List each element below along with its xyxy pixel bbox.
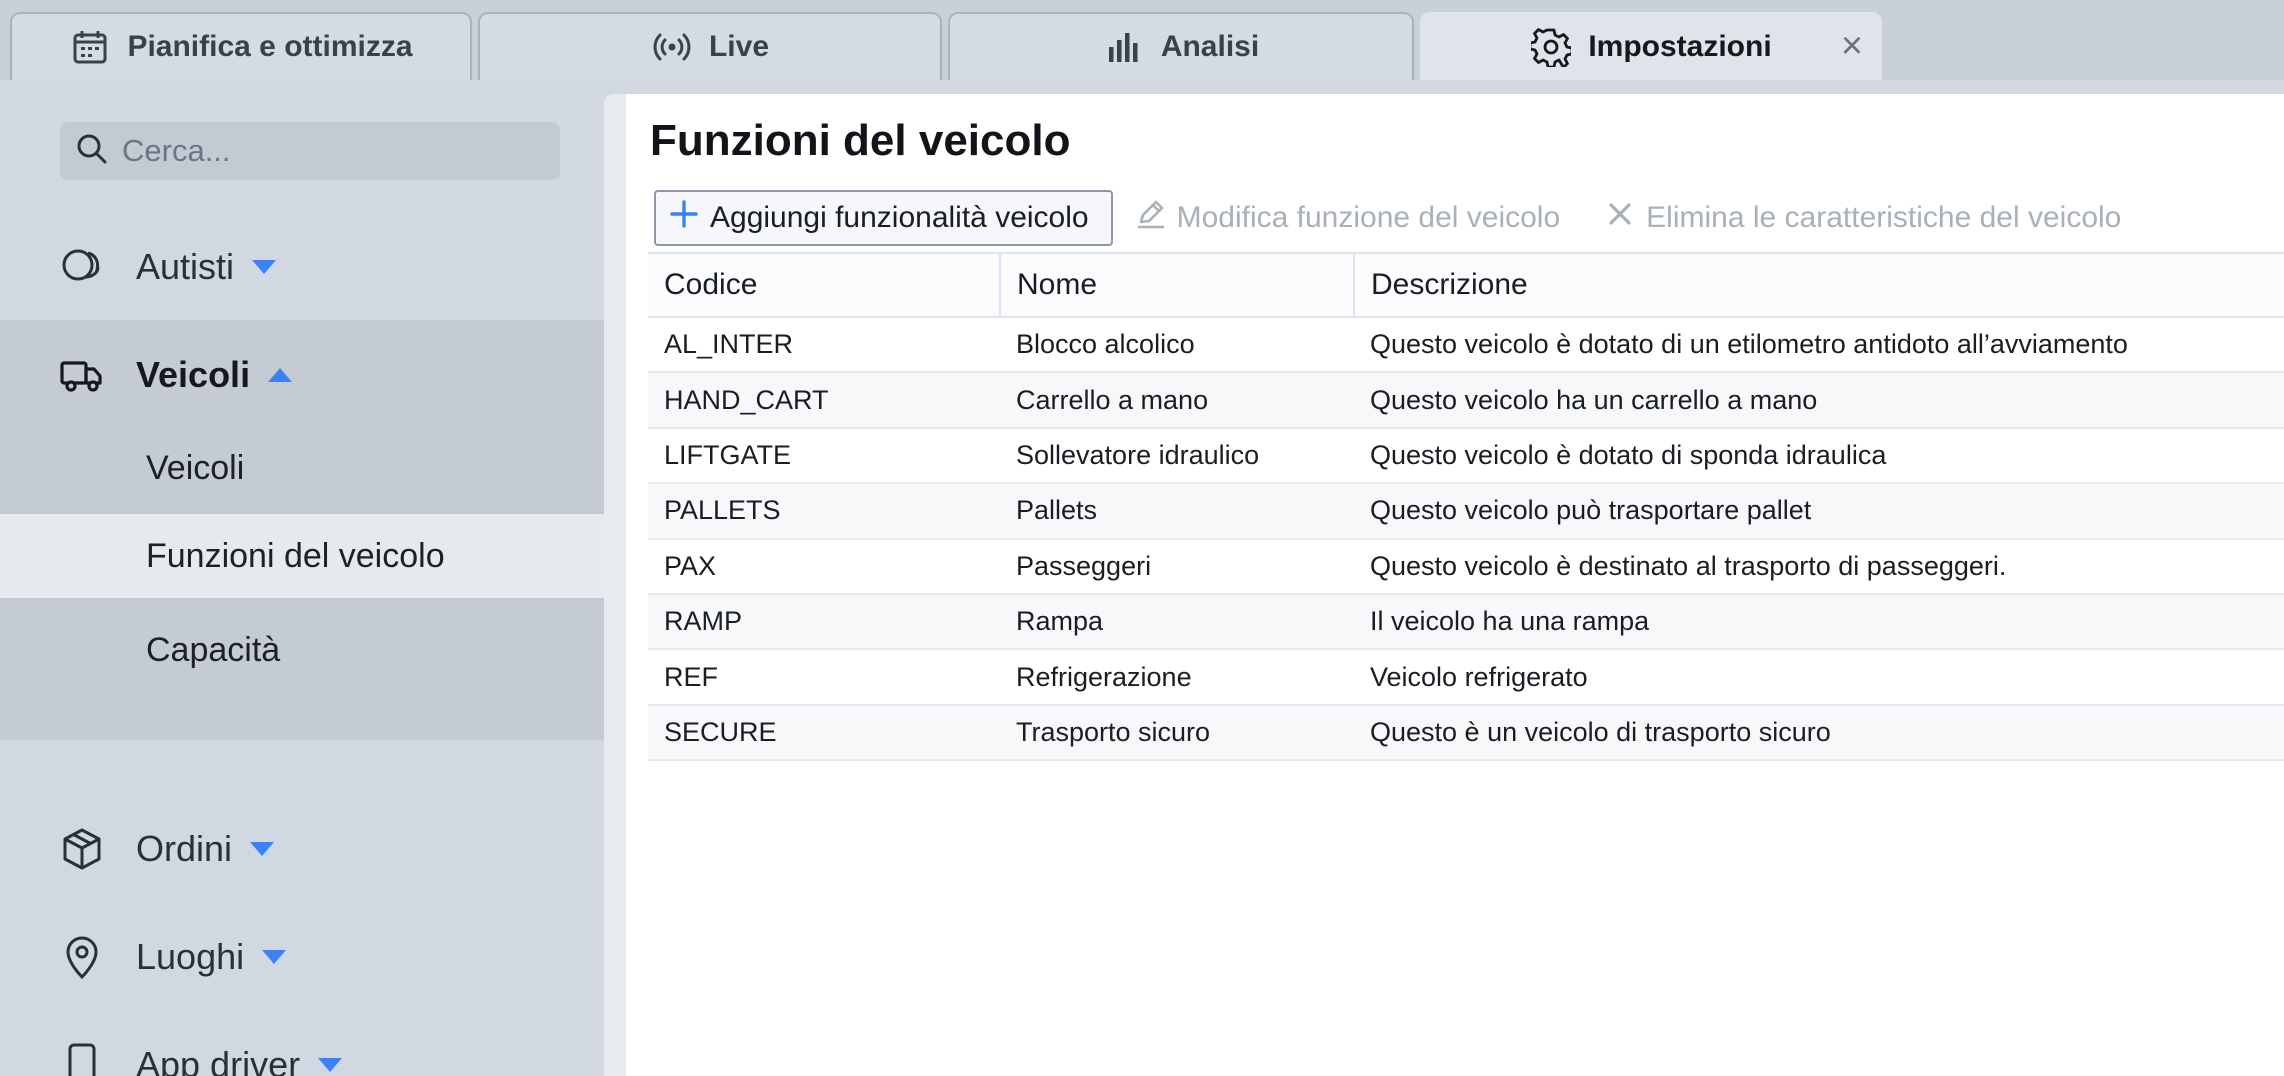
add-button-label: Aggiungi funzionalità veicolo [710,201,1089,234]
bar-chart-icon [1103,26,1145,68]
map-pin-icon [56,931,108,983]
chevron-down-icon [252,260,277,274]
cell-codice: HAND_CART [648,372,1000,429]
close-icon [1604,198,1636,238]
search-input[interactable] [122,133,542,169]
chevron-up-icon [268,368,293,382]
cell-descrizione: Questo veicolo è dotato di sponda idraul… [1354,427,2284,485]
drivers-icon [56,241,108,293]
toolbar: Aggiungi funzionalità veicolo Modifica f… [654,190,2143,246]
column-header-codice[interactable]: Codice [648,252,1001,318]
sidebar-subitem-label: Capacità [146,630,281,669]
delete-vehicle-feature-button[interactable]: Elimina le caratteristiche del veicolo [1600,190,2143,246]
tab-impostazioni[interactable]: Impostazioni × [1420,12,1882,80]
tab-label: Impostazioni [1588,30,1772,63]
calendar-icon [69,26,111,68]
page-title: Funzioni del veicolo [650,116,1071,165]
cell-codice: PALLETS [648,483,1000,540]
delete-button-label: Elimina le caratteristiche del veicolo [1646,201,2122,234]
sidebar-subitem-capacita[interactable]: Capacità [0,606,604,694]
sidebar-subitem-veicoli[interactable]: Veicoli [0,424,604,512]
sidebar-item-veicoli[interactable]: Veicoli [0,320,604,430]
sidebar: Autisti Veicoli Veicoli Funzioni del vei… [0,80,604,1076]
sidebar-item-app-driver[interactable]: App driver [0,1010,604,1076]
sidebar-item-label: App driver [136,1044,301,1076]
tab-live[interactable]: Live [478,12,942,80]
cell-nome: Passeggeri [1000,538,1354,595]
cell-nome: Sollevatore idraulico [1000,427,1354,485]
vehicle-features-table: Codice Nome Descrizione AL_INTER Blocco … [648,252,2284,762]
table-row[interactable]: PALLETS Pallets Questo veicolo può trasp… [648,483,2284,540]
cell-nome: Pallets [1000,483,1354,540]
truck-icon [56,349,108,401]
sidebar-item-autisti[interactable]: Autisti [0,212,604,322]
table-header-row: Codice Nome Descrizione [648,252,2284,318]
cell-nome: Trasporto sicuro [1000,704,1354,762]
cell-nome: Blocco alcolico [1000,317,1354,374]
chevron-down-icon [318,1058,343,1072]
sidebar-subitem-label: Veicoli [146,448,245,487]
plus-icon [668,198,700,238]
cell-codice: LIFTGATE [648,427,1000,485]
table-row[interactable]: SECURE Trasporto sicuro Questo è un veic… [648,704,2284,762]
table-row[interactable]: HAND_CART Carrello a mano Questo veicolo… [648,372,2284,429]
tab-pianifica[interactable]: Pianifica e ottimizza [10,12,472,80]
table-row[interactable]: PAX Passeggeri Questo veicolo è destinat… [648,538,2284,595]
cell-descrizione: Questo è un veicolo di trasporto sicuro [1354,704,2284,762]
table-row[interactable]: RAMP Rampa Il veicolo ha una rampa [648,593,2284,651]
cell-descrizione: Questo veicolo ha un carrello a mano [1354,372,2284,429]
tab-label: Live [708,30,770,63]
sidebar-item-label: Veicoli [136,354,251,395]
cell-nome: Carrello a mano [1000,372,1354,429]
column-header-descrizione[interactable]: Descrizione [1354,252,2284,318]
tab-label: Analisi [1160,30,1260,63]
pencil-icon [1135,198,1167,238]
sidebar-item-label: Luoghi [136,936,245,977]
chevron-down-icon [250,842,275,856]
sidebar-item-luoghi[interactable]: Luoghi [0,902,604,1012]
sidebar-search [60,122,560,180]
gear-icon [1530,26,1572,68]
cell-codice: AL_INTER [648,317,1000,374]
close-icon[interactable]: × [1834,25,1870,67]
package-icon [56,823,108,875]
cell-codice: SECURE [648,704,1000,762]
sidebar-item-ordini[interactable]: Ordini [0,794,604,904]
sidebar-group-veicoli: Veicoli Veicoli Funzioni del veicolo Cap… [0,320,604,740]
sidebar-subitem-funzioni-del-veicolo[interactable]: Funzioni del veicolo [0,512,604,600]
cell-descrizione: Veicolo refrigerato [1354,649,2284,706]
cell-codice: RAMP [648,593,1000,651]
cell-nome: Rampa [1000,593,1354,651]
table-row[interactable]: LIFTGATE Sollevatore idraulico Questo ve… [648,427,2284,485]
cell-codice: PAX [648,538,1000,595]
tab-analisi[interactable]: Analisi [948,12,1414,80]
edit-vehicle-feature-button[interactable]: Modifica funzione del veicolo [1131,190,1583,246]
cell-descrizione: Il veicolo ha una rampa [1354,593,2284,651]
table-row[interactable]: AL_INTER Blocco alcolico Questo veicolo … [648,317,2284,374]
smartphone-icon [56,1039,108,1076]
main-panel-edge [604,94,626,1076]
cell-descrizione: Questo veicolo è destinato al trasporto … [1354,538,2284,595]
top-tab-bar: Pianifica e ottimizza Live Analisi Impos… [0,0,2284,80]
cell-nome: Refrigerazione [1000,649,1354,706]
chevron-down-icon [262,950,287,964]
broadcast-icon [651,26,693,68]
sidebar-item-label: Autisti [136,246,235,287]
edit-button-label: Modifica funzione del veicolo [1176,201,1561,234]
tab-label: Pianifica e ottimizza [127,30,413,63]
cell-codice: REF [648,649,1000,706]
table-row[interactable]: REF Refrigerazione Veicolo refrigerato [648,649,2284,706]
add-vehicle-feature-button[interactable]: Aggiungi funzionalità veicolo [654,190,1113,246]
cell-descrizione: Questo veicolo può trasportare pallet [1354,483,2284,540]
sidebar-subitem-label: Funzioni del veicolo [146,536,445,575]
column-header-nome[interactable]: Nome [1000,252,1355,318]
sidebar-item-label: Ordini [136,828,233,869]
cell-descrizione: Questo veicolo è dotato di un etilometro… [1354,317,2284,374]
search-icon [74,131,110,172]
